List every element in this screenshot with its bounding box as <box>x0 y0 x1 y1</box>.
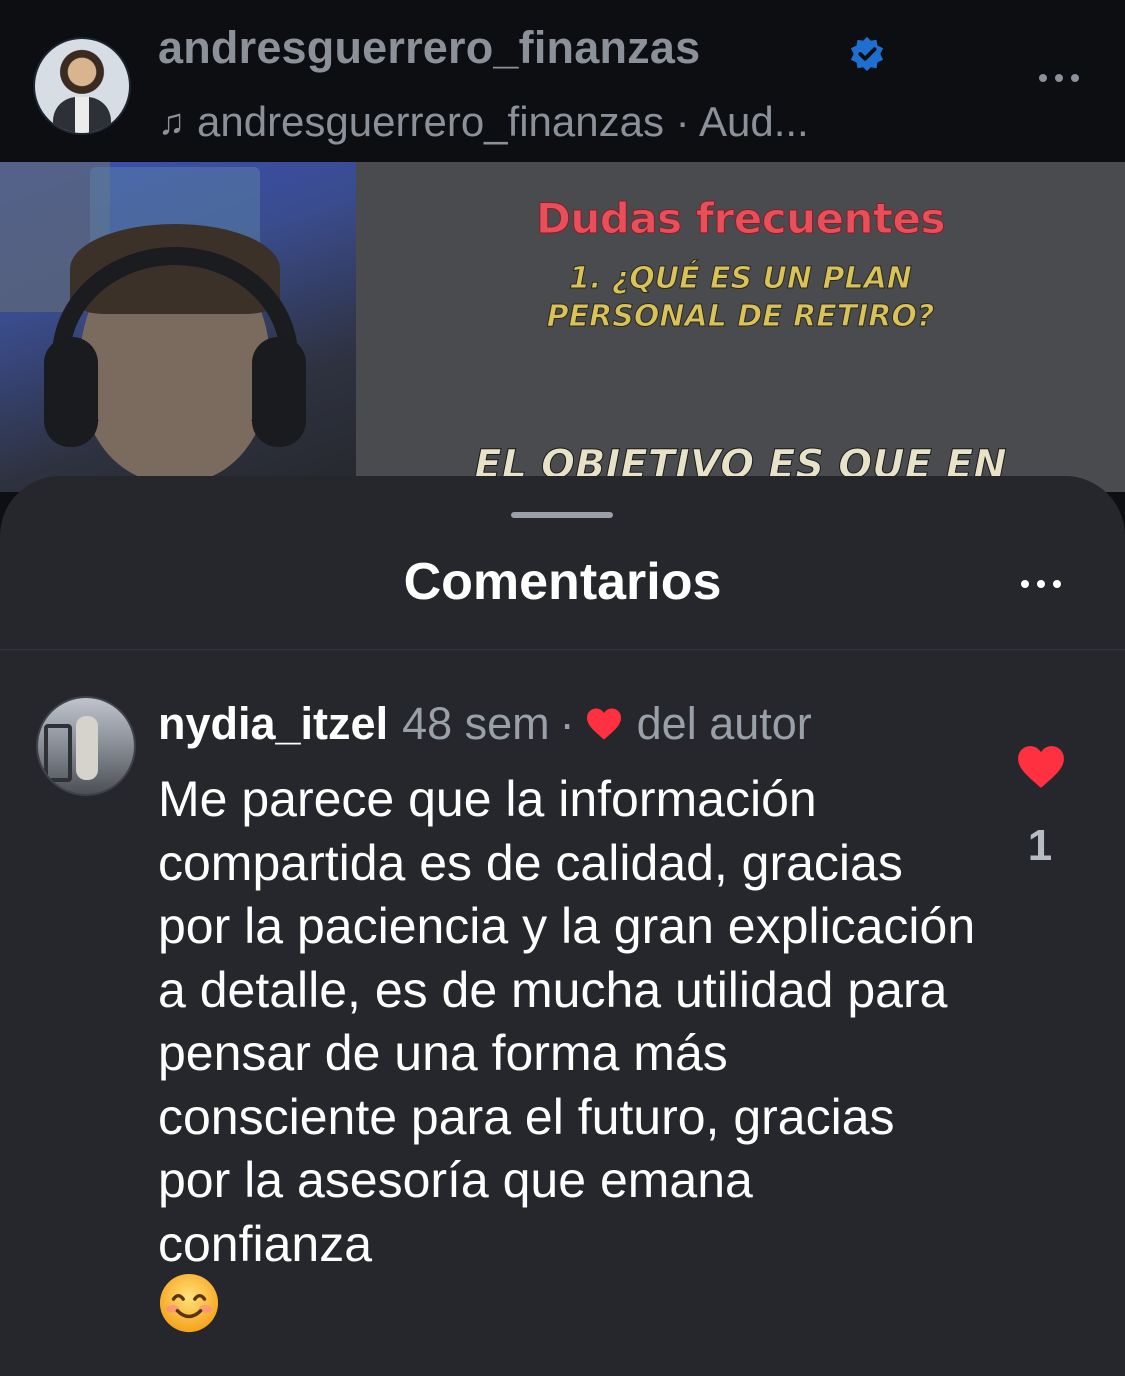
slide-question-line: 1. ¿QUÉ ES UN PLAN <box>569 261 913 297</box>
owner-username[interactable]: andresguerrero_finanzas <box>158 22 700 74</box>
dot <box>1053 580 1061 588</box>
audio-attribution[interactable]: ♫ andresguerrero_finanzas · Aud... <box>158 98 809 146</box>
liked-by-author-label: del autor <box>636 698 812 749</box>
comment-time: 48 sem <box>402 698 550 749</box>
commenter-username[interactable]: nydia_itzel <box>158 698 388 750</box>
author-heart-icon <box>586 708 621 740</box>
commenter-avatar[interactable] <box>36 696 136 796</box>
avatar-figure <box>76 716 98 780</box>
comment-text: Me parece que la información compartida … <box>158 771 976 1272</box>
sheet-drag-handle[interactable] <box>511 512 613 518</box>
more-options-button[interactable] <box>1032 66 1086 90</box>
like-heart-icon[interactable] <box>1016 744 1066 790</box>
music-note-icon: ♫ <box>158 101 185 142</box>
meta-separator: · <box>559 698 575 749</box>
dot <box>1039 74 1047 82</box>
comment-meta: nydia_itzel 48 sem · del autor <box>158 698 812 750</box>
video-presenter <box>0 162 356 492</box>
slide-question-line: PERSONAL DE RETIRO? <box>546 298 935 334</box>
headphone-ear-right <box>252 337 306 447</box>
avatar-shirt <box>75 97 89 133</box>
divider <box>0 649 1125 650</box>
reel-header: andresguerrero_finanzas ♫ andresguerrero… <box>0 0 1125 162</box>
headphone-ear-left <box>44 337 98 447</box>
reel-video[interactable]: Dudas frecuentes 1. ¿QUÉ ES UN PLAN PERS… <box>0 162 1125 492</box>
comments-title: Comentarios <box>403 553 722 611</box>
audio-text: andresguerrero_finanzas · Aud... <box>197 98 809 145</box>
smiling-face-emoji-icon <box>159 1273 219 1333</box>
dot <box>1037 580 1045 588</box>
comments-more-button[interactable] <box>1014 572 1068 596</box>
verified-badge-icon <box>850 36 884 72</box>
slide-title: Dudas frecuentes <box>535 194 946 244</box>
owner-avatar[interactable] <box>33 37 131 135</box>
video-slide: Dudas frecuentes 1. ¿QUÉ ES UN PLAN PERS… <box>356 162 1125 492</box>
avatar-gym-equipment <box>44 724 72 782</box>
dot <box>1021 580 1029 588</box>
dot <box>1055 74 1063 82</box>
comments-sheet: Comentarios nydia_itzel 48 sem · del aut… <box>0 476 1125 1376</box>
slide-question: 1. ¿QUÉ ES UN PLAN PERSONAL DE RETIRO? <box>356 260 1125 335</box>
dot <box>1071 74 1079 82</box>
like-count: 1 <box>1027 821 1053 870</box>
